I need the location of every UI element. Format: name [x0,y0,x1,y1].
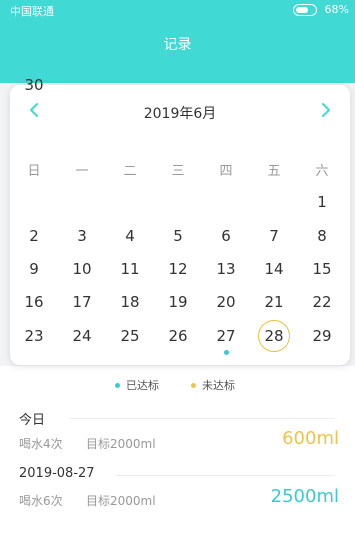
record-count: 喝水6次 [19,494,63,508]
calendar-day[interactable]: 3 [66,220,98,252]
weekday-label: 四 [219,164,233,179]
record-amount: 600ml [282,428,339,449]
calendar-day[interactable]: 22 [306,286,338,318]
calendar-day[interactable]: 8 [306,220,338,252]
calendar-day[interactable]: 1 [306,186,338,218]
weekday-label: 六 [315,164,329,179]
legend-dot-not-achieved [191,382,196,388]
achieved-dot [223,350,229,355]
calendar-day[interactable]: 16 [18,286,50,318]
battery-percent: 68% [324,3,349,16]
calendar-day[interactable]: 21 [258,286,290,318]
calendar-day[interactable]: 13 [210,253,242,285]
calendar-day[interactable]: 15 [306,253,338,285]
legend-achieved: 已达标 [115,377,159,393]
record-amount: 2500ml [270,486,339,507]
calendar-day[interactable]: 7 [258,220,290,252]
carrier-label: 中国联通 [10,5,54,18]
status-bar: 中国联通 68% [0,0,355,20]
record-target: 目标2000ml [86,494,156,508]
divider [70,418,335,419]
legend-not-achieved-label: 未达标 [202,379,235,392]
record-title: 今日 [19,413,46,428]
header-bar: 中国联通 68% 记录 [0,0,355,83]
weekday-label: 日 [27,164,41,179]
calendar-day[interactable]: 26 [162,320,194,352]
calendar-day[interactable]: 9 [18,253,50,285]
calendar-day[interactable]: 10 [66,253,98,285]
weekday-label: 五 [267,164,281,179]
calendar-day[interactable]: 29 [306,320,338,352]
calendar-day[interactable]: 28 [258,320,290,352]
calendar-day[interactable]: 6 [210,220,242,252]
weekday-label: 二 [123,164,137,179]
calendar-day[interactable]: 11 [114,253,146,285]
page-title: 记录 [163,37,192,53]
month-title: 2019年6月 [143,106,217,122]
weekday-label: 一 [75,164,89,179]
chevron-right-icon[interactable] [315,100,335,120]
legend-not-achieved: 未达标 [191,377,235,393]
legend-achieved-label: 已达标 [126,379,159,392]
calendar-day[interactable]: 5 [162,220,194,252]
record-target: 目标2000ml [86,437,156,451]
weekday-label: 三 [171,164,185,179]
record-count: 喝水4次 [19,437,63,451]
calendar-day[interactable]: 12 [162,253,194,285]
calendar-card: 2019年6月 日一二三四五六 1 2 3 4 5 6 7 8 9 10 11 12 13 14 15 16 1… [10,76,350,365]
battery-level [296,6,309,13]
calendar-day[interactable]: 19 [162,286,194,318]
calendar-day[interactable]: 18 [114,286,146,318]
calendar-day[interactable]: 30 [18,69,50,101]
calendar-day[interactable]: 17 [66,286,98,318]
divider [116,475,335,476]
calendar-day[interactable]: 23 [18,320,50,352]
battery-icon [293,4,317,16]
calendar-day[interactable]: 20 [210,286,242,318]
calendar-day[interactable]: 14 [258,253,290,285]
calendar-day[interactable]: 25 [114,320,146,352]
calendar-day[interactable]: 4 [114,220,146,252]
legend-dot-achieved [115,382,120,388]
calendar-day[interactable]: 27 [210,320,242,352]
calendar-day[interactable]: 2 [18,220,50,252]
calendar-day[interactable]: 24 [66,320,98,352]
record-title: 2019-08-27 [19,466,95,481]
